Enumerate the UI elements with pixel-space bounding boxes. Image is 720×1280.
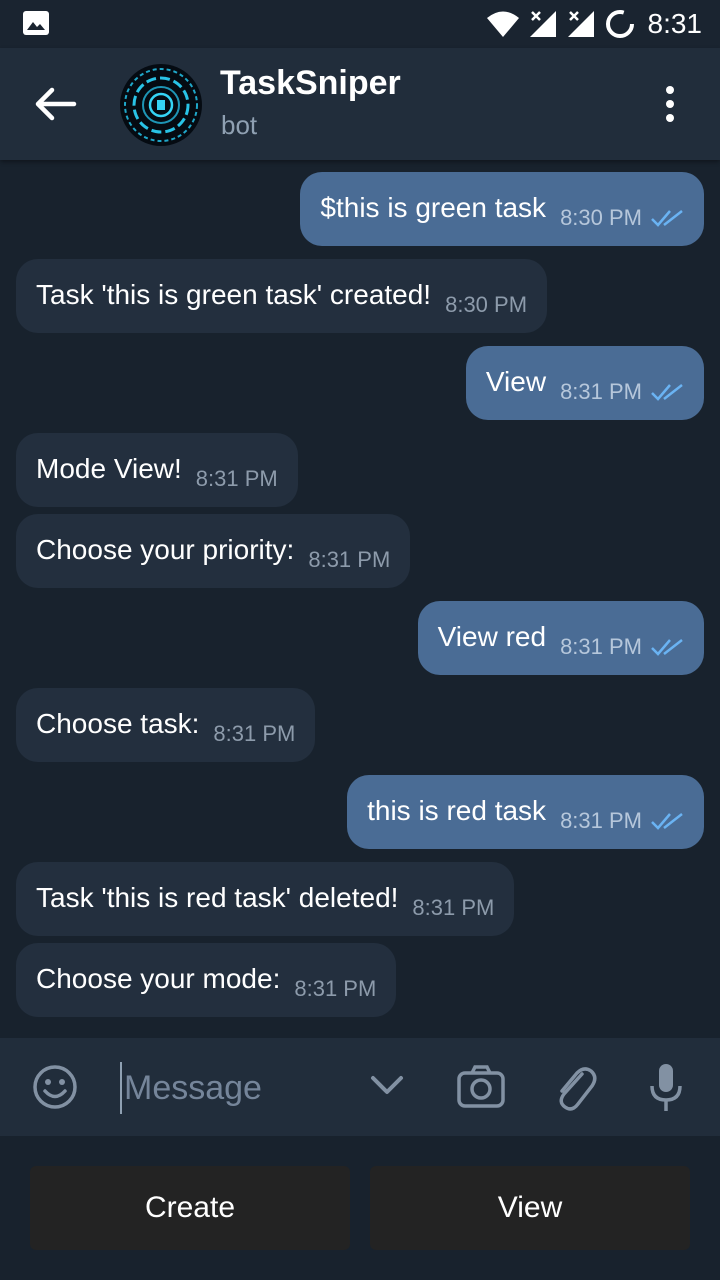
read-checkmarks-icon bbox=[651, 813, 683, 830]
message-time: 8:31 PM bbox=[195, 466, 278, 491]
message-bubble-incoming[interactable]: Task 'this is red task' deleted! 8:31 PM bbox=[16, 862, 515, 936]
status-time: 8:31 bbox=[647, 8, 703, 39]
message-bubble-outgoing[interactable]: View 8:31 PM bbox=[465, 346, 704, 420]
message-list[interactable]: $this is green task 8:30 PM Task 'this is… bbox=[0, 160, 720, 1038]
read-checkmarks-icon bbox=[651, 210, 683, 227]
message-bubble-incoming[interactable]: Mode View! 8:31 PM bbox=[16, 433, 298, 507]
wifi-icon bbox=[486, 11, 519, 37]
message-time: 8:31 PM bbox=[294, 976, 377, 1001]
message-time: 8:31 PM bbox=[560, 808, 642, 833]
message-text: Task 'this is red task' deleted! bbox=[36, 882, 399, 913]
camera-icon[interactable] bbox=[456, 1064, 506, 1110]
message-composer bbox=[0, 1038, 720, 1136]
message-time: 8:31 PM bbox=[213, 721, 296, 746]
message-text: $this is green task bbox=[320, 192, 547, 223]
status-bar: 8:31 bbox=[0, 0, 720, 48]
read-checkmarks-icon bbox=[651, 384, 683, 401]
chat-title[interactable]: TaskSniper bbox=[220, 64, 401, 103]
bot-keyboard: Create View bbox=[0, 1136, 720, 1280]
message-bubble-incoming[interactable]: Choose your priority: 8:31 PM bbox=[16, 514, 411, 588]
image-notification-icon bbox=[23, 11, 49, 35]
message-bubble-incoming[interactable]: Choose your mode: 8:31 PM bbox=[16, 943, 397, 1017]
read-checkmarks-icon bbox=[651, 639, 683, 656]
back-arrow-icon[interactable] bbox=[32, 84, 78, 124]
create-button[interactable]: Create bbox=[30, 1166, 350, 1250]
message-bubble-outgoing[interactable]: $this is green task 8:30 PM bbox=[300, 172, 704, 246]
message-text: Mode View! bbox=[36, 453, 182, 484]
message-text: Task 'this is green task' created! bbox=[36, 279, 432, 310]
signal-icon-2 bbox=[567, 11, 594, 37]
message-time: 8:31 PM bbox=[308, 547, 391, 572]
message-text: Choose your mode: bbox=[36, 963, 281, 994]
chevron-down-icon[interactable] bbox=[370, 1074, 404, 1098]
message-text: Choose your priority: bbox=[36, 534, 295, 565]
message-text: this is red task bbox=[367, 795, 547, 826]
emoji-icon[interactable] bbox=[32, 1064, 78, 1110]
message-text: Choose task: bbox=[36, 708, 200, 739]
battery-loading-icon bbox=[605, 10, 634, 38]
message-bubble-outgoing[interactable]: View red 8:31 PM bbox=[417, 601, 704, 675]
message-bubble-outgoing[interactable]: this is red task 8:31 PM bbox=[347, 775, 704, 849]
message-input[interactable] bbox=[120, 1062, 356, 1114]
signal-icon bbox=[529, 11, 556, 37]
message-text: View bbox=[485, 366, 547, 397]
message-time: 8:30 PM bbox=[445, 292, 528, 317]
message-time: 8:31 PM bbox=[560, 379, 642, 404]
message-time: 8:30 PM bbox=[560, 205, 642, 230]
tasksniper-logo-icon bbox=[124, 68, 198, 142]
message-time: 8:31 PM bbox=[412, 895, 495, 920]
more-options-icon[interactable] bbox=[652, 84, 688, 124]
message-bubble-incoming[interactable]: Choose task: 8:31 PM bbox=[16, 688, 316, 762]
bot-avatar[interactable] bbox=[120, 64, 202, 146]
paperclip-icon[interactable] bbox=[552, 1062, 598, 1114]
message-time: 8:31 PM bbox=[560, 634, 642, 659]
message-text: View red bbox=[437, 621, 547, 652]
microphone-icon[interactable] bbox=[648, 1062, 684, 1114]
view-button[interactable]: View bbox=[370, 1166, 690, 1250]
chat-subtitle: bot bbox=[221, 110, 258, 140]
message-bubble-incoming[interactable]: Task 'this is green task' created! 8:30 P… bbox=[16, 259, 548, 333]
chat-header: TaskSniper bot bbox=[0, 48, 720, 160]
